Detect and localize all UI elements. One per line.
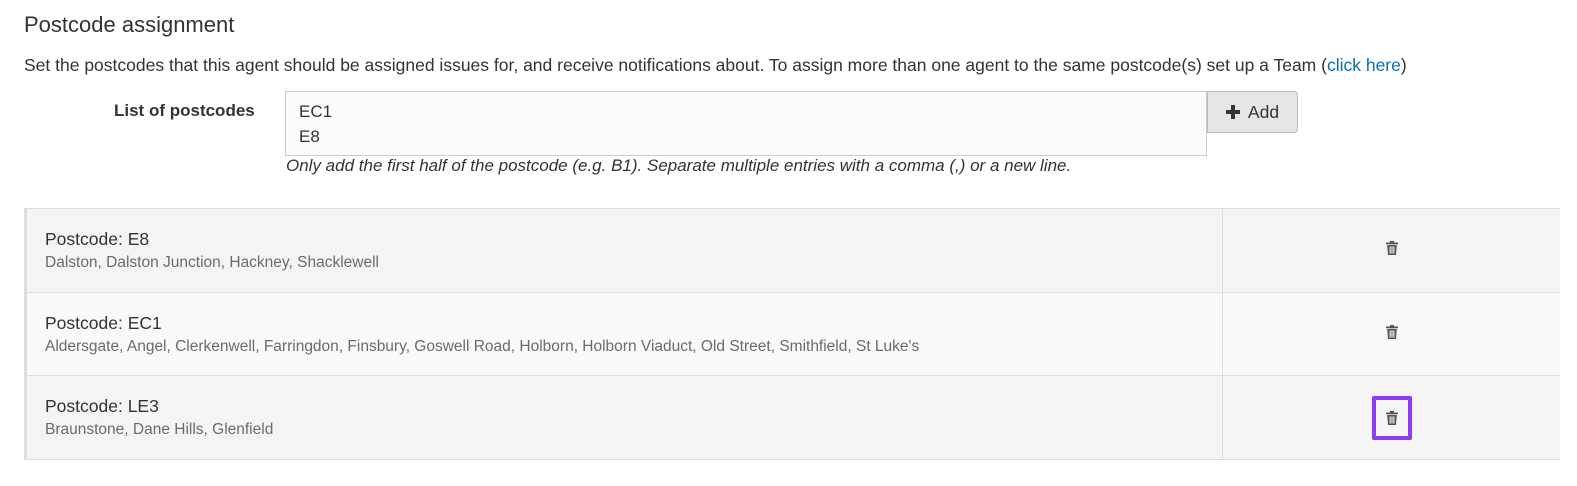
description-text: Set the postcodes that this agent should… (24, 55, 1327, 75)
action-cell (1223, 293, 1560, 376)
trash-icon (1385, 324, 1398, 339)
postcode-info: Postcode: E8 Dalston, Dalston Junction, … (27, 209, 1223, 292)
postcode-areas: Dalston, Dalston Junction, Hackney, Shac… (45, 254, 379, 271)
postcodes-textarea[interactable]: EC1 E8 (285, 91, 1207, 156)
plus-icon (1225, 105, 1240, 119)
postcodes-label: List of postcodes (114, 101, 255, 120)
section-title: Postcode assignment (24, 12, 235, 37)
delete-button-highlighted[interactable] (1371, 396, 1412, 441)
team-link[interactable]: click here (1327, 55, 1401, 75)
postcode-table: Postcode: E8 Dalston, Dalston Junction, … (24, 208, 1560, 460)
help-text: Only add the first half of the postcode … (286, 156, 1072, 175)
delete-button[interactable] (1380, 320, 1404, 344)
table-row: Postcode: EC1 Aldersgate, Angel, Clerken… (27, 292, 1560, 376)
trash-icon (1385, 411, 1398, 426)
postcode-areas: Aldersgate, Angel, Clerkenwell, Farringd… (45, 337, 920, 355)
postcode-info: Postcode: EC1 Aldersgate, Angel, Clerken… (27, 292, 1223, 375)
section-description: Set the postcodes that this agent should… (24, 55, 1407, 76)
add-button[interactable]: Add (1207, 91, 1298, 133)
trash-icon (1385, 241, 1398, 256)
postcode-areas: Braunstone, Dane Hills, Glenfield (45, 421, 274, 438)
add-button-label: Add (1247, 101, 1280, 122)
postcode-title: Postcode: LE3 (45, 396, 159, 416)
description-end: ) (1400, 55, 1407, 75)
action-cell (1223, 209, 1560, 292)
postcode-title: Postcode: EC1 (45, 312, 162, 333)
table-row: Postcode: LE3 Braunstone, Dane Hills, Gl… (27, 376, 1560, 460)
table-row: Postcode: E8 Dalston, Dalston Junction, … (27, 209, 1560, 293)
postcode-info: Postcode: LE3 Braunstone, Dane Hills, Gl… (27, 376, 1223, 459)
delete-button[interactable] (1380, 236, 1404, 260)
action-cell (1223, 376, 1560, 459)
postcode-title: Postcode: E8 (45, 229, 150, 249)
